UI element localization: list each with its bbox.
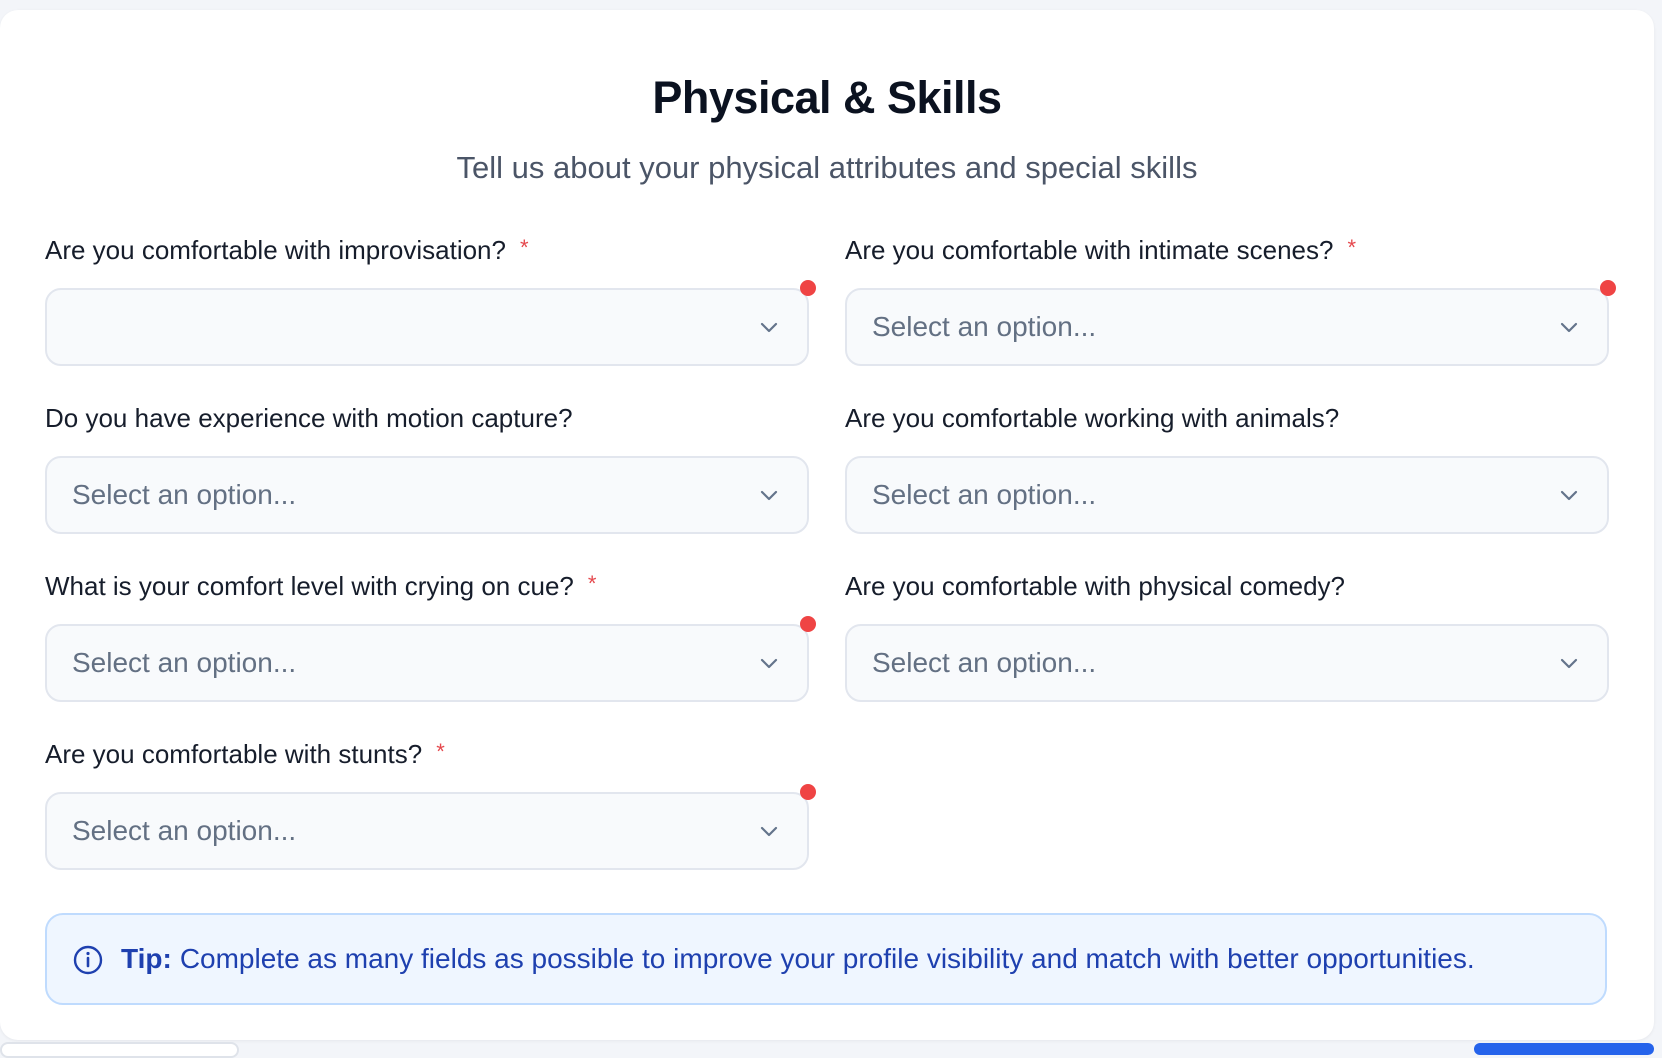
- chevron-down-icon: [1560, 322, 1578, 333]
- chevron-down-icon: [760, 826, 778, 837]
- required-asterisk: *: [1347, 235, 1357, 260]
- page-title: Physical & Skills: [652, 72, 1002, 123]
- form-card: Physical & Skills Tell us about your phy…: [0, 10, 1654, 1040]
- select-value: Select an option...: [872, 647, 1097, 678]
- required-indicator-dot: [800, 616, 816, 632]
- select-value: Select an option...: [72, 815, 297, 846]
- improvisation-select[interactable]: [45, 280, 816, 366]
- field-label: Are you comfortable with intimate scenes…: [845, 235, 1357, 265]
- chevron-down-icon: [1560, 658, 1578, 669]
- field-crying-on-cue: What is your comfort level with crying o…: [45, 564, 816, 702]
- required-indicator-dot: [1600, 280, 1616, 296]
- tip-prefix: Tip:: [121, 943, 172, 974]
- required-asterisk: *: [519, 235, 529, 260]
- tip-message: Complete as many fields as possible to i…: [179, 943, 1475, 974]
- crying-on-cue-select[interactable]: Select an option...: [45, 616, 816, 702]
- chevron-down-icon: [760, 658, 778, 669]
- field-stunts: Are you comfortable with stunts? * Select…: [45, 732, 816, 870]
- required-asterisk: *: [587, 571, 597, 596]
- required-indicator-dot: [800, 280, 816, 296]
- motion-capture-select[interactable]: Select an option...: [45, 456, 809, 534]
- next-button[interactable]: [1474, 1043, 1654, 1055]
- tip-text: Tip: Complete as many fields as possible …: [121, 915, 1475, 1003]
- field-motion-capture: Do you have experience with motion captu…: [45, 396, 811, 534]
- tip-banner: Tip: Complete as many fields as possible …: [45, 913, 1607, 1005]
- field-intimate-scenes: Are you comfortable with intimate scenes…: [845, 228, 1616, 366]
- intimate-scenes-select[interactable]: Select an option...: [845, 280, 1616, 366]
- field-label: Are you comfortable with stunts? *: [45, 739, 445, 769]
- required-asterisk: *: [436, 739, 445, 764]
- field-label: Do you have experience with motion captu…: [45, 403, 573, 433]
- stunts-select[interactable]: Select an option...: [45, 784, 816, 870]
- back-button[interactable]: [0, 1042, 239, 1058]
- field-improvisation: Are you comfortable with improvisation? *: [45, 228, 816, 366]
- required-indicator-dot: [800, 784, 816, 800]
- chevron-down-icon: [760, 322, 778, 333]
- field-label: Are you comfortable with improvisation? *: [45, 235, 529, 265]
- select-value: Select an option...: [872, 479, 1097, 510]
- select-value: Select an option...: [72, 479, 297, 510]
- physical-comedy-select[interactable]: Select an option...: [845, 624, 1609, 702]
- field-label: Are you comfortable working with animals…: [845, 403, 1340, 433]
- info-icon: [73, 945, 103, 975]
- field-label: What is your comfort level with crying o…: [45, 571, 597, 601]
- chevron-down-icon: [1560, 490, 1578, 501]
- select-value: Select an option...: [872, 311, 1097, 342]
- page-subtitle: Tell us about your physical attributes a…: [456, 150, 1198, 185]
- field-animals: Are you comfortable working with animals…: [845, 396, 1611, 534]
- select-value: Select an option...: [72, 647, 297, 678]
- field-label: Are you comfortable with physical comedy…: [845, 571, 1346, 601]
- chevron-down-icon: [760, 490, 778, 501]
- animals-select[interactable]: Select an option...: [845, 456, 1609, 534]
- field-physical-comedy: Are you comfortable with physical comedy…: [845, 564, 1611, 702]
